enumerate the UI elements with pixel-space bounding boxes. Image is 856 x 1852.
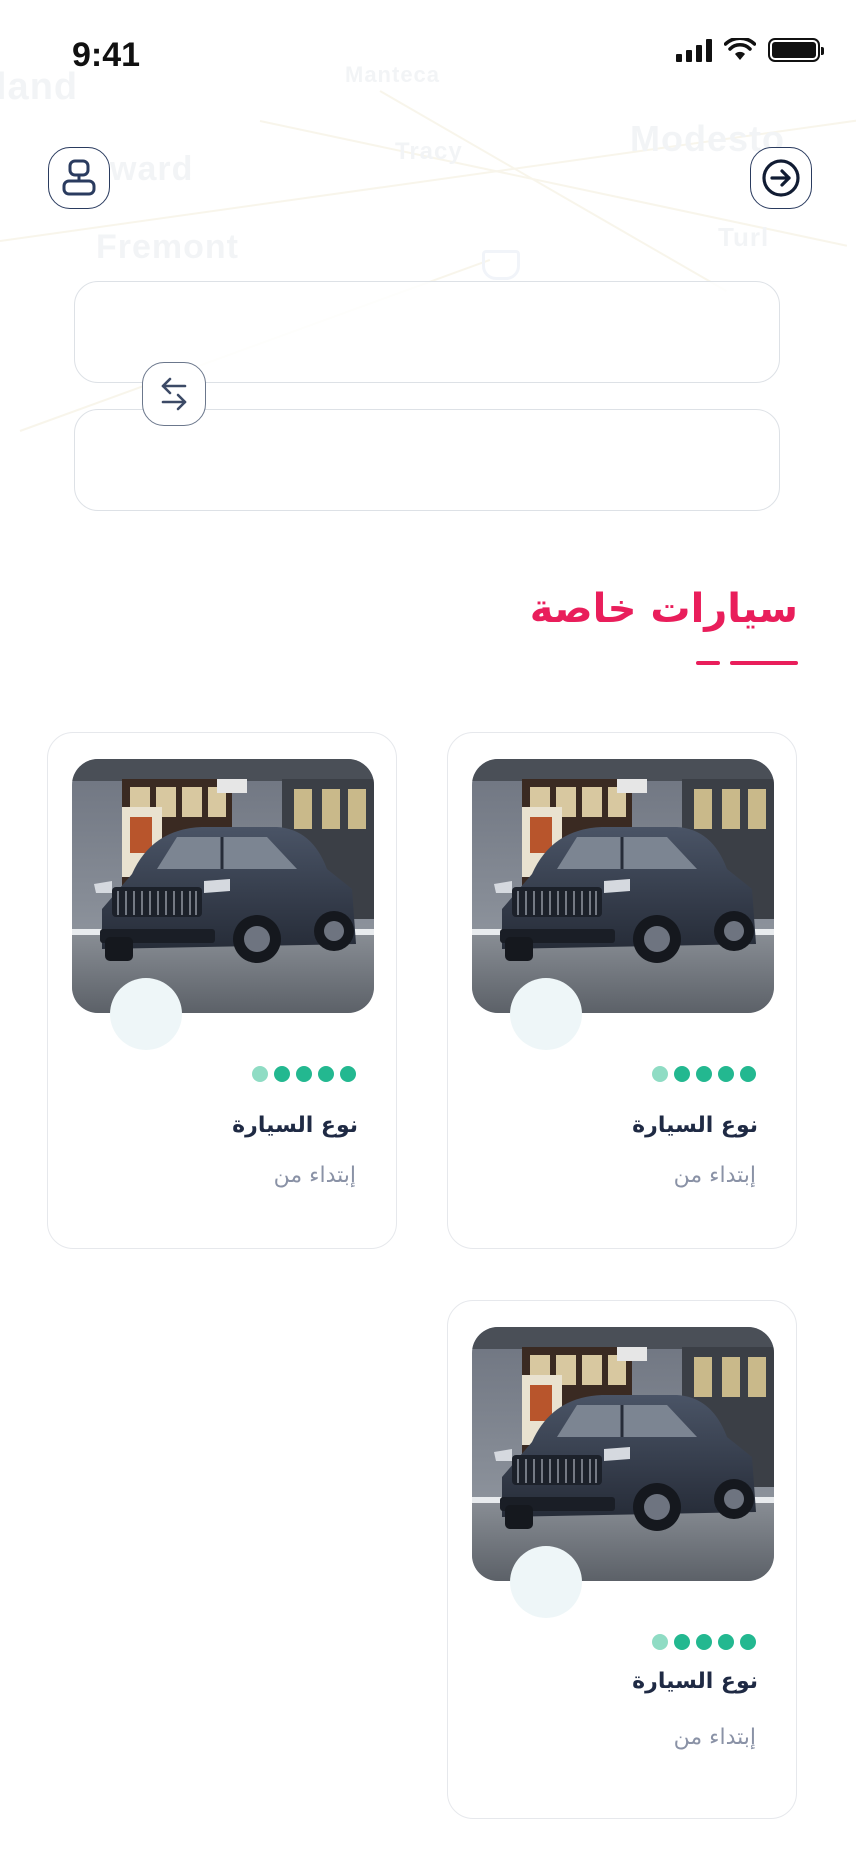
- car-image: [72, 759, 374, 1013]
- rating-dots: [652, 1066, 756, 1082]
- arrow-right-circle-icon: [762, 159, 800, 197]
- battery-icon: [768, 38, 824, 62]
- car-avatar: [510, 1546, 582, 1618]
- car-card[interactable]: نوع السيارة إبتداء من: [447, 732, 797, 1249]
- map-label: Turl: [718, 222, 770, 252]
- map-label: Tracy: [395, 138, 463, 165]
- map-label: ward: [110, 150, 194, 188]
- car-avatar: [110, 978, 182, 1050]
- rating-dots: [252, 1066, 356, 1082]
- car-price-label: إبتداء من: [673, 1725, 756, 1750]
- title-underline-dash: [696, 661, 720, 665]
- profile-button[interactable]: [48, 147, 110, 209]
- car-image: [472, 1327, 774, 1581]
- title-underline-bar: [730, 661, 798, 665]
- swap-arrows-icon: [161, 377, 187, 411]
- map-label: Fremont: [96, 228, 239, 266]
- car-type-label: نوع السيارة: [232, 1113, 358, 1138]
- highway-shield-icon: [482, 250, 520, 280]
- car-image: [472, 759, 774, 1013]
- car-type-label: نوع السيارة: [632, 1113, 758, 1138]
- cellular-signal-icon: [676, 38, 712, 62]
- next-button[interactable]: [750, 147, 812, 209]
- car-price-label: إبتداء من: [273, 1163, 356, 1188]
- car-price-label: إبتداء من: [673, 1163, 756, 1188]
- car-card[interactable]: نوع السيارة إبتداء من: [447, 1300, 797, 1819]
- profile-icon: [62, 159, 96, 196]
- section-title: سيارات خاصة: [529, 586, 798, 632]
- status-time: 9:41: [72, 36, 141, 74]
- wifi-icon: [724, 38, 756, 60]
- rating-dots: [652, 1634, 756, 1650]
- status-bar: 9:41: [0, 0, 856, 110]
- car-avatar: [510, 978, 582, 1050]
- status-icons: [676, 38, 824, 62]
- swap-locations-button[interactable]: [142, 362, 206, 426]
- car-type-label: نوع السيارة: [632, 1669, 758, 1694]
- car-card[interactable]: نوع السيارة إبتداء من: [47, 732, 397, 1249]
